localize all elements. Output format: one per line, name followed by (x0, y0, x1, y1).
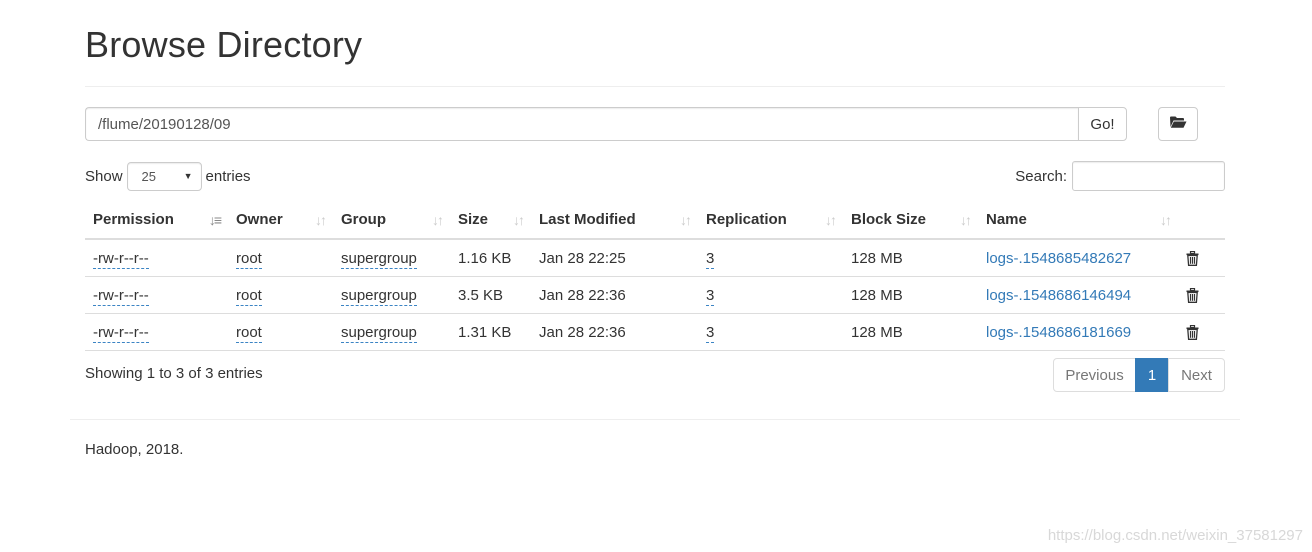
entries-length-control: Show 25 ▼ entries (85, 161, 251, 191)
sort-ascending-icon: ↓≡ (208, 212, 222, 228)
size-value: 1.31 KB (450, 313, 531, 351)
search-label: Search: (1015, 167, 1067, 185)
column-header-group[interactable]: Group ↓↑ (333, 200, 450, 240)
page-number-button[interactable]: 1 (1135, 358, 1169, 392)
block-size-value: 128 MB (851, 249, 903, 267)
length-suffix-label: entries (205, 167, 251, 185)
column-header-replication[interactable]: Replication ↓↑ (698, 200, 843, 240)
trash-icon[interactable] (1186, 251, 1199, 266)
permission-value[interactable]: -rw-r--r-- (93, 286, 149, 306)
group-value[interactable]: supergroup (341, 323, 417, 343)
table-row: -rw-r--r-- root supergroup 3.5 KB Jan 28… (85, 276, 1225, 314)
trash-icon[interactable] (1186, 325, 1199, 340)
entries-per-page-value: 25 (141, 168, 156, 184)
group-value[interactable]: supergroup (341, 286, 417, 306)
footer-text: Hadoop, 2018. (85, 441, 184, 458)
permission-value[interactable]: -rw-r--r-- (93, 323, 149, 343)
table-header-row: Permission ↓≡ Owner ↓↑ Group ↓↑ Size ↓↑ … (85, 200, 1225, 240)
group-value[interactable]: supergroup (341, 249, 417, 269)
sort-both-icon: ↓↑ (432, 212, 444, 228)
block-size-value: 128 MB (843, 313, 978, 351)
table-row: -rw-r--r-- root supergroup 1.16 KB Jan 2… (85, 239, 1225, 277)
table-info: Showing 1 to 3 of 3 entries (85, 365, 263, 382)
previous-page-button[interactable]: Previous (1053, 358, 1136, 392)
search-input[interactable] (1072, 161, 1225, 191)
directory-path-input[interactable] (85, 107, 1078, 141)
table-row: -rw-r--r-- root supergroup 1.31 KB Jan 2… (85, 313, 1225, 351)
create-directory-button[interactable] (1158, 107, 1198, 141)
block-size-value: 128 MB (843, 276, 978, 314)
file-name-link[interactable]: logs-.1548685482627 (986, 250, 1131, 267)
replication-value[interactable]: 3 (706, 286, 715, 306)
column-header-block-size[interactable]: Block Size ↓↑ (843, 200, 978, 240)
column-header-size[interactable]: Size ↓↑ (450, 200, 531, 240)
last-modified-value: Jan 28 22:25 (539, 249, 626, 267)
sort-both-icon: ↓↑ (960, 212, 972, 228)
footer-divider (70, 419, 1240, 420)
table-search: Search: (1015, 161, 1225, 191)
length-prefix-label: Show (85, 167, 123, 185)
entries-per-page-select[interactable]: 25 ▼ (126, 161, 202, 191)
column-header-last-modified[interactable]: Last Modified ↓↑ (531, 200, 698, 240)
sort-both-icon: ↓↑ (680, 212, 692, 228)
next-page-button[interactable]: Next (1168, 358, 1225, 392)
owner-value[interactable]: root (236, 286, 262, 306)
trash-icon[interactable] (1186, 288, 1199, 303)
sort-both-icon: ↓↑ (1160, 212, 1172, 228)
size-value: 1.16 KB (458, 249, 512, 267)
page-title: Browse Directory (85, 24, 363, 65)
file-name-link[interactable]: logs-.1548686181669 (986, 324, 1131, 341)
column-header-name[interactable]: Name ↓↑ (978, 200, 1178, 240)
caret-down-icon: ▼ (183, 170, 193, 181)
sort-both-icon: ↓↑ (513, 212, 525, 228)
column-header-permission[interactable]: Permission ↓≡ (85, 200, 228, 240)
size-value: 3.5 KB (450, 276, 531, 314)
owner-value[interactable]: root (236, 249, 262, 269)
sort-both-icon: ↓↑ (315, 212, 327, 228)
file-name-link[interactable]: logs-.1548686146494 (986, 287, 1131, 304)
permission-value[interactable]: -rw-r--r-- (93, 249, 149, 269)
watermark: https://blog.csdn.net/weixin_37581297 (1047, 527, 1303, 544)
replication-value[interactable]: 3 (706, 323, 715, 343)
column-header-actions (1178, 200, 1225, 240)
go-button[interactable]: Go! (1078, 107, 1127, 141)
last-modified-value: Jan 28 22:36 (531, 313, 698, 351)
last-modified-value: Jan 28 22:36 (531, 276, 698, 314)
sort-both-icon: ↓↑ (825, 212, 837, 228)
owner-value[interactable]: root (236, 323, 262, 343)
folder-open-icon (1169, 115, 1187, 133)
title-divider (85, 86, 1225, 87)
file-table: Permission ↓≡ Owner ↓↑ Group ↓↑ Size ↓↑ … (85, 200, 1225, 351)
path-input-group: Go! (85, 107, 1127, 141)
column-header-owner[interactable]: Owner ↓↑ (228, 200, 333, 240)
replication-value[interactable]: 3 (706, 249, 715, 269)
pagination: Previous 1 Next (1053, 358, 1225, 392)
